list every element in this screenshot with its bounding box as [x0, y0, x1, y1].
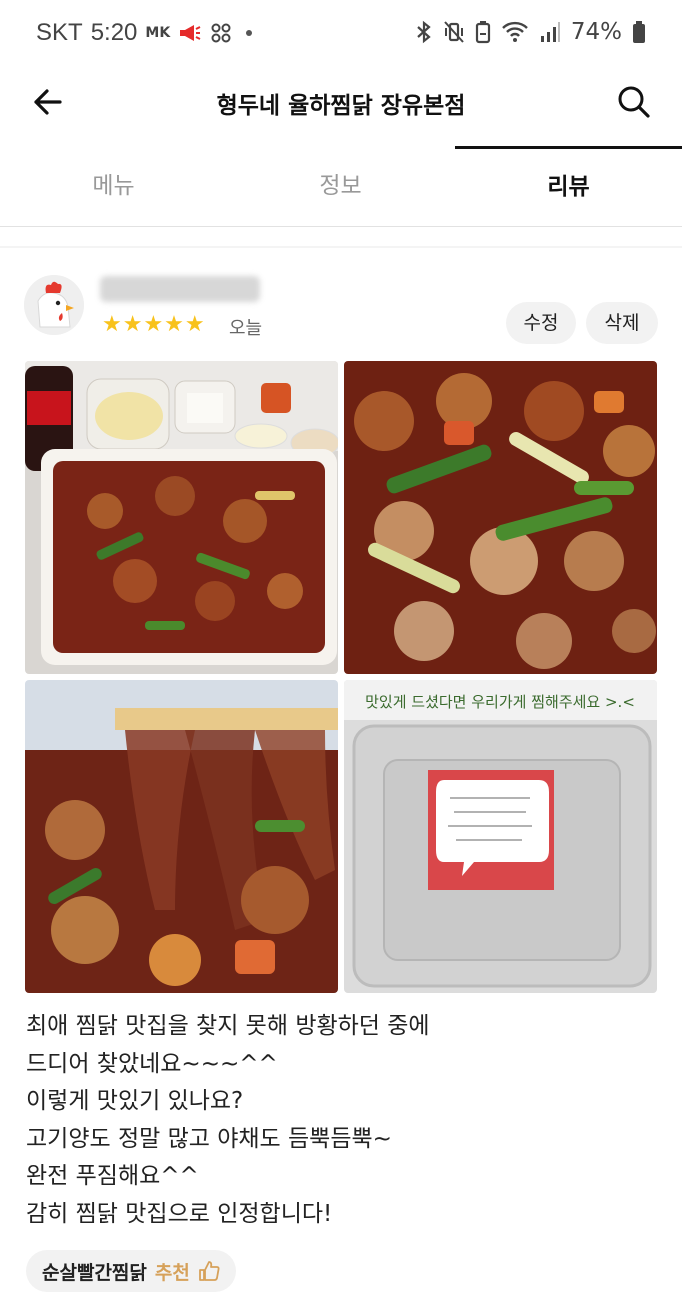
review-line: 드디어 찾았네요~~~^^ — [26, 1050, 278, 1077]
status-bar: SKT 5:20 MK 74% — [0, 0, 682, 66]
menu-tag-name: 순살빨간찜닭 — [42, 1261, 147, 1284]
review-photo-1[interactable] — [25, 361, 338, 674]
clock: 5:20 — [90, 19, 138, 46]
page-title: 형두네 율하찜닭 장유본점 — [216, 93, 466, 119]
review-line: 감히 찜닭 맛집으로 인정합니다! — [26, 1200, 333, 1227]
more-notifications-dot — [246, 30, 253, 36]
vibrate-icon — [444, 21, 464, 43]
carrier-label: SKT — [36, 19, 83, 46]
battery-saver-icon — [475, 21, 490, 44]
tab-menu[interactable]: 메뉴 — [0, 146, 227, 226]
review-line: 이렇게 맛있기 있나요? — [26, 1088, 244, 1114]
review-line: 완전 푸짐해요^^ — [26, 1163, 199, 1189]
delivery-box-with-note-image: 맛있게 드셨다면 우리가게 찜해주세요 >.< — [344, 680, 657, 993]
review-photo-3[interactable] — [25, 680, 338, 993]
avatar[interactable] — [24, 275, 84, 335]
section-divider — [0, 246, 682, 248]
battery-percent: 74% — [570, 19, 622, 45]
rating-stars: ★★★★★ — [102, 312, 206, 337]
review-photo-2[interactable] — [344, 361, 657, 674]
review-photo-4[interactable]: 맛있게 드셨다면 우리가게 찜해주세요 >.< — [344, 680, 657, 993]
search-icon — [618, 86, 650, 118]
review-line: 고기양도 정말 많고 야채도 듬뿍듬뿍~ — [26, 1125, 392, 1152]
tab-info[interactable]: 정보 — [227, 146, 454, 226]
app-notification-icon — [211, 23, 231, 43]
glass-noodles-lift-image — [25, 680, 338, 993]
review-date: 오늘 — [229, 318, 263, 339]
jjimdak-overview-image — [25, 361, 338, 674]
delete-button[interactable]: 삭제 — [586, 302, 658, 344]
bluetooth-icon — [417, 20, 431, 44]
megaphone-icon — [180, 25, 201, 41]
review-line: 최애 찜닭 맛집을 찾지 못해 방황하던 중에 — [26, 1013, 430, 1039]
signal-icon — [540, 22, 560, 42]
reviewer-name-blurred[interactable] — [100, 276, 260, 302]
jjimdak-closeup-image — [344, 361, 657, 674]
tab-reviews[interactable]: 리뷰 — [455, 146, 682, 226]
search-button[interactable] — [614, 82, 654, 122]
banner-text: 맛있게 드셨다면 우리가게 찜해주세요 >.< — [365, 693, 635, 711]
review-text: 최애 찜닭 맛집을 찾지 못해 방황하던 중에 드디어 찾았네요~~~^^ 이렇… — [26, 1008, 656, 1233]
tab-bar: 메뉴 정보 리뷰 — [0, 146, 682, 227]
edit-button[interactable]: 수정 — [506, 302, 576, 344]
app-header: 형두네 율하찜닭 장유본점 — [0, 66, 682, 138]
rooster-avatar-icon — [24, 275, 84, 335]
menu-recommend-tag[interactable]: 순살빨간찜닭 추천 — [26, 1250, 236, 1292]
wifi-icon — [502, 21, 528, 42]
battery-icon — [633, 21, 645, 43]
recommend-label: 추천 — [154, 1261, 190, 1284]
news-app-badge: MK — [145, 25, 171, 41]
thumbs-up-icon — [198, 1261, 220, 1281]
